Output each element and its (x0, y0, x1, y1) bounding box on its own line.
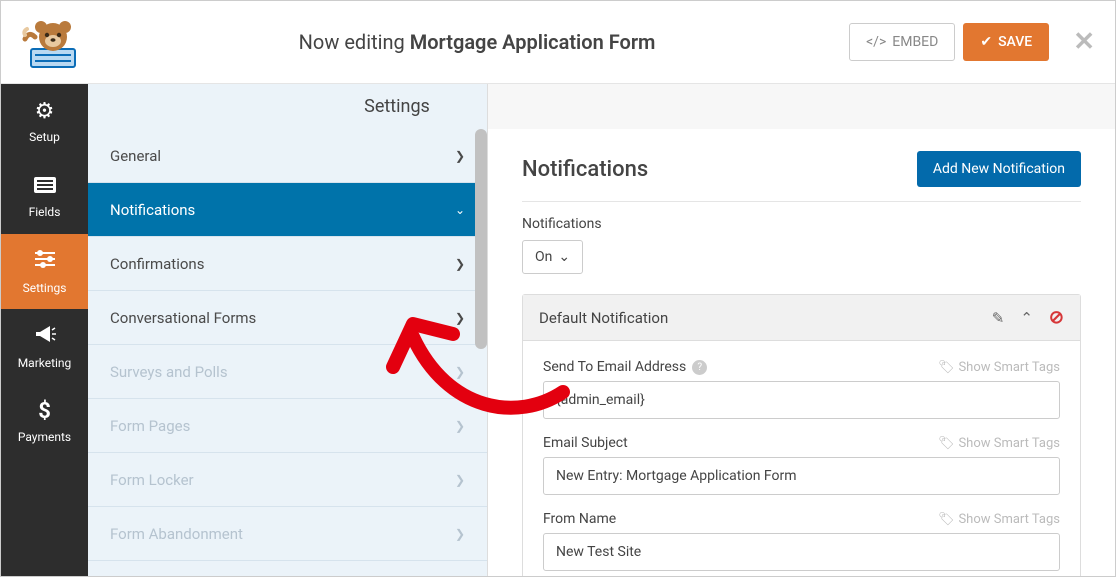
sidebar-item-conversational[interactable]: Conversational Forms ❯ (88, 291, 487, 345)
nav-label: Setup (29, 130, 60, 144)
sidebar-item-pages[interactable]: Form Pages ❯ (88, 399, 487, 453)
smart-tags-link[interactable]: 🏷 Show Smart Tags (938, 360, 1060, 375)
sidebar-item-label: Notifications (110, 201, 195, 219)
check-icon: ✔ (980, 34, 992, 50)
nav-payments[interactable]: $ Payments (1, 384, 88, 459)
top-bar: Now editing Mortgage Application Form </… (1, 1, 1115, 84)
chevron-right-icon: ❯ (455, 473, 465, 487)
chevron-down-icon: ⌄ (558, 249, 570, 265)
sidebar-item-label: General (110, 147, 161, 165)
page-title: Now editing Mortgage Application Form (105, 30, 849, 54)
list-icon (34, 174, 56, 199)
tag-icon: 🏷 (938, 436, 955, 451)
left-nav: ⚙ Setup Fields Settings Marketing (1, 84, 88, 576)
bullhorn-icon (34, 324, 56, 350)
sidebar-item-label: Form Pages (110, 417, 190, 435)
notification-card: Default Notification ✎ ⌃ ⊘ Send To Email… (522, 294, 1081, 576)
smart-tags-link[interactable]: 🏷 Show Smart Tags (938, 512, 1060, 527)
collapse-icon[interactable]: ⌃ (1020, 309, 1033, 327)
toggle-label: Notifications (522, 216, 1081, 232)
embed-button[interactable]: </> EMBED (849, 23, 955, 61)
scrollbar[interactable] (475, 129, 487, 349)
nav-marketing[interactable]: Marketing (1, 309, 88, 384)
sidebar-item-label: Conversational Forms (110, 309, 256, 327)
help-icon[interactable]: ? (692, 360, 707, 375)
subject-label: Email Subject (543, 435, 628, 451)
sliders-icon (33, 249, 57, 275)
nav-label: Settings (23, 281, 67, 295)
sidebar-item-notifications[interactable]: Notifications ⌄ (88, 183, 487, 237)
sidebar-item-locker[interactable]: Form Locker ❯ (88, 453, 487, 507)
code-icon: </> (866, 34, 886, 50)
title-prefix: Now editing (299, 30, 405, 54)
chevron-right-icon: ❯ (455, 311, 465, 325)
card-title: Default Notification (539, 309, 668, 327)
save-label: SAVE (998, 34, 1032, 50)
form-name: Mortgage Application Form (410, 30, 656, 54)
main-panel: Notifications Add New Notification Notif… (488, 84, 1115, 576)
chevron-right-icon: ❯ (455, 149, 465, 163)
edit-icon[interactable]: ✎ (992, 309, 1005, 327)
smart-tags-link[interactable]: 🏷 Show Smart Tags (938, 436, 1060, 451)
send-to-label: Send To Email Address (543, 359, 686, 375)
nav-label: Fields (29, 205, 61, 219)
from-name-input[interactable] (543, 533, 1060, 571)
send-to-input[interactable] (543, 381, 1060, 419)
chevron-right-icon: ❯ (455, 419, 465, 433)
sidebar-item-abandonment[interactable]: Form Abandonment ❯ (88, 507, 487, 561)
nav-label: Marketing (18, 356, 72, 370)
sidebar-item-label: Confirmations (110, 255, 204, 273)
settings-sidebar: Settings General ❯ Notifications ⌄ Confi… (88, 84, 488, 576)
sidebar-item-general[interactable]: General ❯ (88, 129, 487, 183)
tag-icon: 🏷 (938, 512, 955, 527)
chevron-right-icon: ❯ (455, 257, 465, 271)
add-notification-button[interactable]: Add New Notification (917, 151, 1081, 187)
sidebar-item-label: Form Abandonment (110, 525, 243, 543)
nav-setup[interactable]: ⚙ Setup (1, 84, 88, 159)
gear-icon: ⚙ (35, 99, 55, 124)
smart-tags-label: Show Smart Tags (958, 360, 1060, 375)
delete-icon[interactable]: ⊘ (1049, 307, 1064, 328)
chevron-right-icon: ❯ (455, 365, 465, 379)
save-button[interactable]: ✔ SAVE (963, 23, 1049, 61)
from-name-label: From Name (543, 511, 616, 527)
smart-tags-label: Show Smart Tags (958, 512, 1060, 527)
close-icon[interactable]: ✕ (1073, 27, 1095, 57)
toggle-value: On (535, 249, 552, 265)
notifications-toggle[interactable]: On ⌄ (522, 240, 583, 274)
app-logo (21, 13, 85, 71)
chevron-down-icon: ⌄ (455, 203, 465, 217)
sidebar-item-label: Surveys and Polls (110, 363, 228, 381)
embed-label: EMBED (892, 34, 938, 50)
dollar-icon: $ (38, 399, 51, 424)
panel-title: Notifications (522, 157, 648, 182)
chevron-right-icon: ❯ (455, 527, 465, 541)
nav-fields[interactable]: Fields (1, 159, 88, 234)
settings-header: Settings (88, 84, 706, 129)
nav-label: Payments (18, 430, 71, 444)
smart-tags-label: Show Smart Tags (958, 436, 1060, 451)
sidebar-item-label: Form Locker (110, 471, 194, 489)
nav-settings[interactable]: Settings (1, 234, 88, 309)
subject-input[interactable] (543, 457, 1060, 495)
tag-icon: 🏷 (938, 360, 955, 375)
sidebar-item-confirmations[interactable]: Confirmations ❯ (88, 237, 487, 291)
sidebar-item-surveys[interactable]: Surveys and Polls ❯ (88, 345, 487, 399)
